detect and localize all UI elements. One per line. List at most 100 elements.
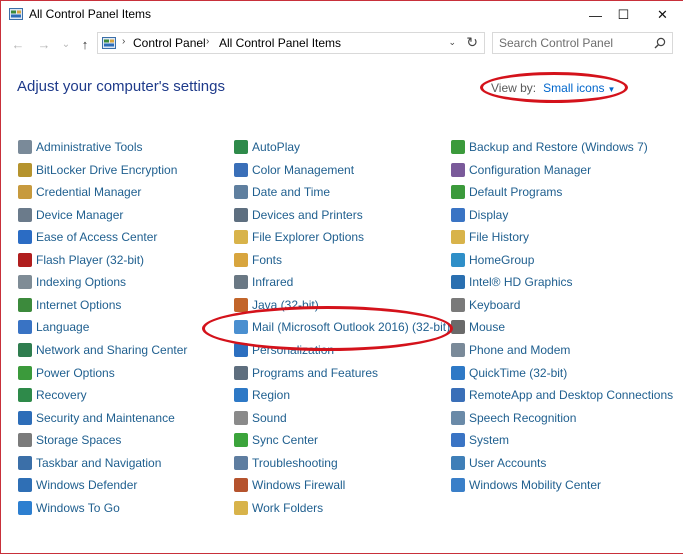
user-accounts-icon <box>451 456 465 470</box>
control-panel-item-label: RemoteApp and Desktop Connections <box>469 388 674 402</box>
control-panel-item[interactable]: Recovery <box>18 385 87 405</box>
control-panel-item[interactable]: File Explorer Options <box>234 227 364 247</box>
control-panel-item[interactable]: Phone and Modem <box>451 340 570 360</box>
control-panel-item[interactable]: Windows Mobility Center <box>451 475 601 495</box>
control-panel-item-label: Fonts <box>252 253 283 267</box>
control-panel-item[interactable]: Indexing Options <box>18 272 126 292</box>
speech-icon <box>451 411 465 425</box>
control-panel-item[interactable]: Windows To Go <box>18 498 120 518</box>
breadcrumb-all-items[interactable]: All Control Panel Items <box>219 36 341 50</box>
control-panel-item[interactable]: Intel® HD Graphics <box>451 272 573 292</box>
control-panel-item-label: QuickTime (32-bit) <box>469 366 568 380</box>
control-panel-item[interactable]: AutoPlay <box>234 137 300 157</box>
programs-icon <box>234 366 248 380</box>
search-box[interactable] <box>492 32 673 54</box>
control-panel-item[interactable]: File History <box>451 227 529 247</box>
mouse-icon <box>451 320 465 334</box>
search-input[interactable] <box>499 35 649 51</box>
control-panel-item[interactable]: Power Options <box>18 363 115 383</box>
control-panel-item[interactable]: Keyboard <box>451 295 520 315</box>
chevron-down-icon[interactable]: ▼ <box>608 85 616 94</box>
control-panel-item-label: Default Programs <box>469 185 563 199</box>
control-panel-item[interactable]: Color Management <box>234 160 354 180</box>
control-panel-item[interactable]: Default Programs <box>451 182 562 202</box>
control-panel-item[interactable]: Configuration Manager <box>451 160 591 180</box>
file-history-icon <box>451 230 465 244</box>
control-panel-item-label: Speech Recognition <box>469 411 577 425</box>
power-icon <box>18 366 32 380</box>
control-panel-item-label: Sound <box>252 411 287 425</box>
control-panel-item[interactable]: Backup and Restore (Windows 7) <box>451 137 648 157</box>
title-bar: All Control Panel Items — ☐ ✕ <box>0 0 684 30</box>
control-panel-icon <box>102 37 116 49</box>
control-panel-item-label: Windows Firewall <box>252 478 346 492</box>
control-panel-item[interactable]: Infrared <box>234 272 293 292</box>
sync-icon <box>234 433 248 447</box>
control-panel-item[interactable]: HomeGroup <box>451 250 534 270</box>
breadcrumb-chevron-icon: › <box>206 36 210 47</box>
back-button[interactable]: ← <box>10 36 26 52</box>
view-by-dropdown[interactable]: Small icons <box>543 81 604 95</box>
control-panel-item-label: Keyboard <box>469 298 521 312</box>
control-panel-item[interactable]: Storage Spaces <box>18 430 121 450</box>
control-panel-item[interactable]: Ease of Access Center <box>18 227 157 247</box>
control-panel-item[interactable]: QuickTime (32-bit) <box>451 363 567 383</box>
control-panel-item[interactable]: Windows Defender <box>18 475 137 495</box>
control-panel-item[interactable]: Language <box>18 317 89 337</box>
address-dropdown-icon[interactable]: ⌄ <box>448 37 456 48</box>
control-panel-item[interactable]: Flash Player (32-bit) <box>18 250 144 270</box>
control-panel-item[interactable]: Taskbar and Navigation <box>18 453 161 473</box>
windows-to-go-icon <box>18 501 32 515</box>
control-panel-item-label: Devices and Printers <box>252 208 363 222</box>
control-panel-item[interactable]: Work Folders <box>234 498 323 518</box>
control-panel-item[interactable]: Date and Time <box>234 182 330 202</box>
work-folders-icon <box>234 501 248 515</box>
address-bar[interactable]: › Control Panel › All Control Panel Item… <box>97 32 485 54</box>
recent-locations-button[interactable]: ⌄ <box>58 36 74 52</box>
close-button[interactable]: ✕ <box>640 0 684 30</box>
control-panel-item[interactable]: Speech Recognition <box>451 408 576 428</box>
forward-button[interactable]: → <box>36 36 52 52</box>
control-panel-item[interactable]: Java (32-bit) <box>234 295 319 315</box>
control-panel-item[interactable]: BitLocker Drive Encryption <box>18 160 177 180</box>
refresh-icon[interactable]: ↻ <box>466 34 478 51</box>
control-panel-item[interactable]: RemoteApp and Desktop Connections <box>451 385 673 405</box>
control-panel-item-label: File Explorer Options <box>252 230 365 244</box>
control-panel-item[interactable]: Region <box>234 385 290 405</box>
control-panel-item[interactable]: Fonts <box>234 250 282 270</box>
view-by-label: View by: <box>491 81 537 95</box>
control-panel-item[interactable]: Network and Sharing Center <box>18 340 187 360</box>
control-panel-item[interactable]: Display <box>451 205 508 225</box>
control-panel-item-label: Ease of Access Center <box>36 230 158 244</box>
control-panel-item[interactable]: Programs and Features <box>234 363 378 383</box>
search-icon[interactable] <box>654 37 666 49</box>
ease-of-access-icon <box>18 230 32 244</box>
control-panel-item[interactable]: Sound <box>234 408 287 428</box>
control-panel-item[interactable]: Windows Firewall <box>234 475 345 495</box>
control-panel-item[interactable]: Devices and Printers <box>234 205 363 225</box>
remoteapp-icon <box>451 388 465 402</box>
quicktime-icon <box>451 366 465 380</box>
control-panel-item-label: Mouse <box>469 320 506 334</box>
breadcrumb-control-panel[interactable]: Control Panel <box>133 36 206 50</box>
control-panel-item[interactable]: User Accounts <box>451 453 546 473</box>
backup-restore-icon <box>451 140 465 154</box>
control-panel-item[interactable]: Administrative Tools <box>18 137 143 157</box>
control-panel-item[interactable]: Personalization <box>234 340 334 360</box>
storage-icon <box>18 433 32 447</box>
up-button[interactable]: ↑ <box>77 36 93 52</box>
firewall-icon <box>234 478 248 492</box>
control-panel-item[interactable]: Troubleshooting <box>234 453 338 473</box>
control-panel-item[interactable]: Credential Manager <box>18 182 141 202</box>
navigation-bar: ← → ⌄ ↑ › Control Panel › All Control Pa… <box>0 30 684 58</box>
control-panel-item[interactable]: Sync Center <box>234 430 318 450</box>
control-panel-item[interactable]: Security and Maintenance <box>18 408 175 428</box>
intel-graphics-icon <box>451 275 465 289</box>
control-panel-item[interactable]: Internet Options <box>18 295 121 315</box>
control-panel-item[interactable]: Mail (Microsoft Outlook 2016) (32-bit) <box>234 317 450 337</box>
control-panel-item[interactable]: Device Manager <box>18 205 123 225</box>
control-panel-item[interactable]: Mouse <box>451 317 505 337</box>
control-panel-item[interactable]: System <box>451 430 509 450</box>
control-panel-item-label: Windows Defender <box>36 478 138 492</box>
configuration-manager-icon <box>451 163 465 177</box>
